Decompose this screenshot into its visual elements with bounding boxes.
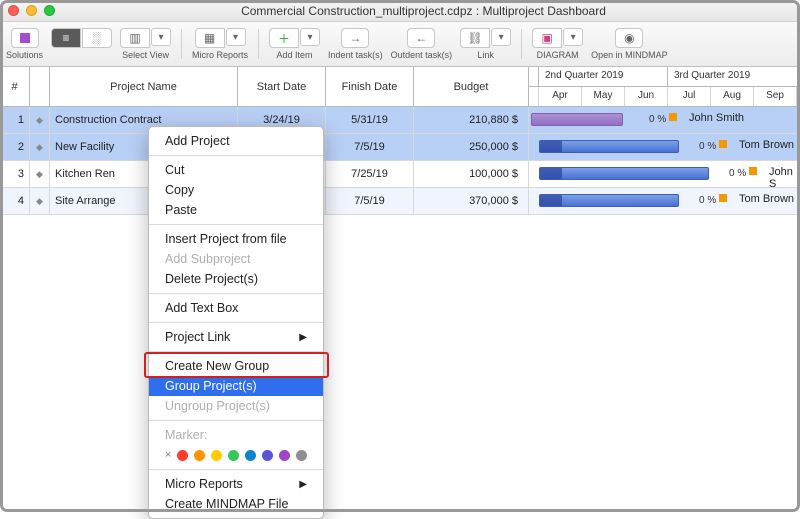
row-type-icon: ◆ bbox=[30, 188, 50, 214]
warning-badge-icon bbox=[669, 113, 677, 121]
table-row[interactable]: 4◆Site Arrange7/5/19370,000 $0 %Tom Brow… bbox=[0, 188, 800, 215]
table-row[interactable]: 2◆New Facility7/5/19250,000 $0 %Tom Brow… bbox=[0, 134, 800, 161]
menu-create-new-group[interactable]: Create New Group bbox=[149, 356, 323, 376]
zoom-icon[interactable] bbox=[44, 5, 55, 16]
row-type-icon: ◆ bbox=[30, 107, 50, 133]
row-number: 1 bbox=[0, 107, 30, 133]
marker-color[interactable] bbox=[177, 450, 188, 461]
cell-finish-date[interactable]: 7/5/19 bbox=[326, 188, 414, 214]
menu-ungroup-projects: Ungroup Project(s) bbox=[149, 396, 323, 416]
cell-finish-date[interactable]: 7/5/19 bbox=[326, 134, 414, 160]
marker-color[interactable] bbox=[279, 450, 290, 461]
quarter-label: 2nd Quarter 2019 bbox=[539, 67, 668, 86]
grid-header: # Project Name Start Date Finish Date Bu… bbox=[0, 67, 800, 107]
solutions-button[interactable]: Solutions bbox=[6, 28, 43, 60]
diagram-button[interactable]: ▣▾DIAGRAM bbox=[532, 28, 583, 60]
indent-button[interactable]: →Indent task(s) bbox=[328, 28, 383, 60]
view-toggle[interactable]: ≡░. bbox=[51, 28, 112, 60]
progress-label: 0 % bbox=[729, 167, 757, 179]
window-titlebar: Commercial Construction_multiproject.cdp… bbox=[0, 0, 800, 22]
quarter-label: 3rd Quarter 2019 bbox=[668, 67, 800, 86]
menu-add-project[interactable]: Add Project bbox=[149, 131, 323, 151]
col-number[interactable]: # bbox=[0, 67, 30, 106]
warning-badge-icon bbox=[719, 140, 727, 148]
cell-budget[interactable]: 210,880 $ bbox=[414, 107, 529, 133]
assignee-label: John Smith bbox=[689, 112, 744, 124]
open-mindmap-button[interactable]: ◉Open in MINDMAP bbox=[591, 28, 668, 60]
row-number: 2 bbox=[0, 134, 30, 160]
warning-badge-icon bbox=[719, 194, 727, 202]
cell-timeline[interactable]: 0 % John S bbox=[529, 161, 800, 187]
timeline-header: 2nd Quarter 2019 3rd Quarter 2019 Apr Ma… bbox=[529, 67, 800, 106]
table-row[interactable]: 3◆Kitchen Ren7/25/19100,000 $0 %John S bbox=[0, 161, 800, 188]
row-type-icon: ◆ bbox=[30, 161, 50, 187]
col-finish-date[interactable]: Finish Date bbox=[326, 67, 414, 106]
cell-timeline[interactable]: 0 % Tom Brown bbox=[529, 188, 800, 214]
marker-colors: × bbox=[149, 445, 323, 465]
micro-reports-button[interactable]: ▦▾Micro Reports bbox=[192, 28, 248, 60]
progress-label: 0 % bbox=[699, 194, 727, 206]
marker-color[interactable] bbox=[211, 450, 222, 461]
cell-budget[interactable]: 370,000 $ bbox=[414, 188, 529, 214]
assignee-label: John S bbox=[769, 166, 799, 190]
gantt-bar[interactable] bbox=[539, 167, 709, 180]
col-project-name[interactable]: Project Name bbox=[50, 67, 238, 106]
row-number: 3 bbox=[0, 161, 30, 187]
col-icon[interactable] bbox=[30, 67, 50, 106]
close-icon[interactable] bbox=[8, 5, 19, 16]
cell-budget[interactable]: 250,000 $ bbox=[414, 134, 529, 160]
menu-cut[interactable]: Cut bbox=[149, 160, 323, 180]
minimize-icon[interactable] bbox=[26, 5, 37, 16]
cell-finish-date[interactable]: 7/25/19 bbox=[326, 161, 414, 187]
window-controls bbox=[8, 5, 55, 16]
cell-finish-date[interactable]: 5/31/19 bbox=[326, 107, 414, 133]
marker-clear[interactable]: × bbox=[165, 449, 171, 461]
warning-badge-icon bbox=[749, 167, 757, 175]
assignee-label: Tom Brown bbox=[739, 193, 794, 205]
solutions-icon bbox=[20, 33, 30, 43]
menu-add-text-box[interactable]: Add Text Box bbox=[149, 298, 323, 318]
row-number: 4 bbox=[0, 188, 30, 214]
link-button[interactable]: ⛓▾Link bbox=[460, 28, 511, 60]
menu-group-projects[interactable]: Group Project(s) bbox=[149, 376, 323, 396]
toolbar: Solutions ≡░. ▥▾Select View ▦▾Micro Repo… bbox=[0, 22, 800, 67]
col-budget[interactable]: Budget bbox=[414, 67, 529, 106]
gantt-bar[interactable] bbox=[539, 194, 679, 207]
menu-project-link[interactable]: Project Link▶ bbox=[149, 327, 323, 347]
menu-micro-reports[interactable]: Micro Reports▶ bbox=[149, 474, 323, 494]
menu-delete-projects[interactable]: Delete Project(s) bbox=[149, 269, 323, 289]
col-start-date[interactable]: Start Date bbox=[238, 67, 326, 106]
cell-timeline[interactable]: 0 % Tom Brown bbox=[529, 134, 800, 160]
grid-body[interactable]: 1◆Construction Contract3/24/195/31/19210… bbox=[0, 107, 800, 215]
menu-paste[interactable]: Paste bbox=[149, 200, 323, 220]
menu-copy[interactable]: Copy bbox=[149, 180, 323, 200]
marker-color[interactable] bbox=[194, 450, 205, 461]
progress-label: 0 % bbox=[649, 113, 677, 125]
context-menu: Add Project Cut Copy Paste Insert Projec… bbox=[148, 126, 324, 519]
submenu-arrow-icon: ▶ bbox=[299, 332, 307, 343]
menu-marker-label: Marker: bbox=[149, 425, 323, 445]
gantt-bar[interactable] bbox=[531, 113, 623, 126]
row-type-icon: ◆ bbox=[30, 134, 50, 160]
window-title: Commercial Construction_multiproject.cdp… bbox=[55, 4, 792, 18]
marker-color[interactable] bbox=[245, 450, 256, 461]
marker-color[interactable] bbox=[228, 450, 239, 461]
marker-color[interactable] bbox=[262, 450, 273, 461]
add-item-button[interactable]: ＋▾Add Item bbox=[269, 28, 320, 60]
select-view-button[interactable]: ▥▾Select View bbox=[120, 28, 171, 60]
menu-create-mindmap[interactable]: Create MINDMAP File bbox=[149, 494, 323, 514]
cell-budget[interactable]: 100,000 $ bbox=[414, 161, 529, 187]
cell-timeline[interactable]: 0 % John Smith bbox=[529, 107, 800, 133]
menu-add-subproject: Add Subproject bbox=[149, 249, 323, 269]
menu-insert-project[interactable]: Insert Project from file bbox=[149, 229, 323, 249]
outdent-button[interactable]: ←Outdent task(s) bbox=[391, 28, 453, 60]
assignee-label: Tom Brown bbox=[739, 139, 794, 151]
submenu-arrow-icon: ▶ bbox=[299, 479, 307, 490]
gantt-bar[interactable] bbox=[539, 140, 679, 153]
marker-color[interactable] bbox=[296, 450, 307, 461]
table-row[interactable]: 1◆Construction Contract3/24/195/31/19210… bbox=[0, 107, 800, 134]
progress-label: 0 % bbox=[699, 140, 727, 152]
project-grid: # Project Name Start Date Finish Date Bu… bbox=[0, 67, 800, 215]
